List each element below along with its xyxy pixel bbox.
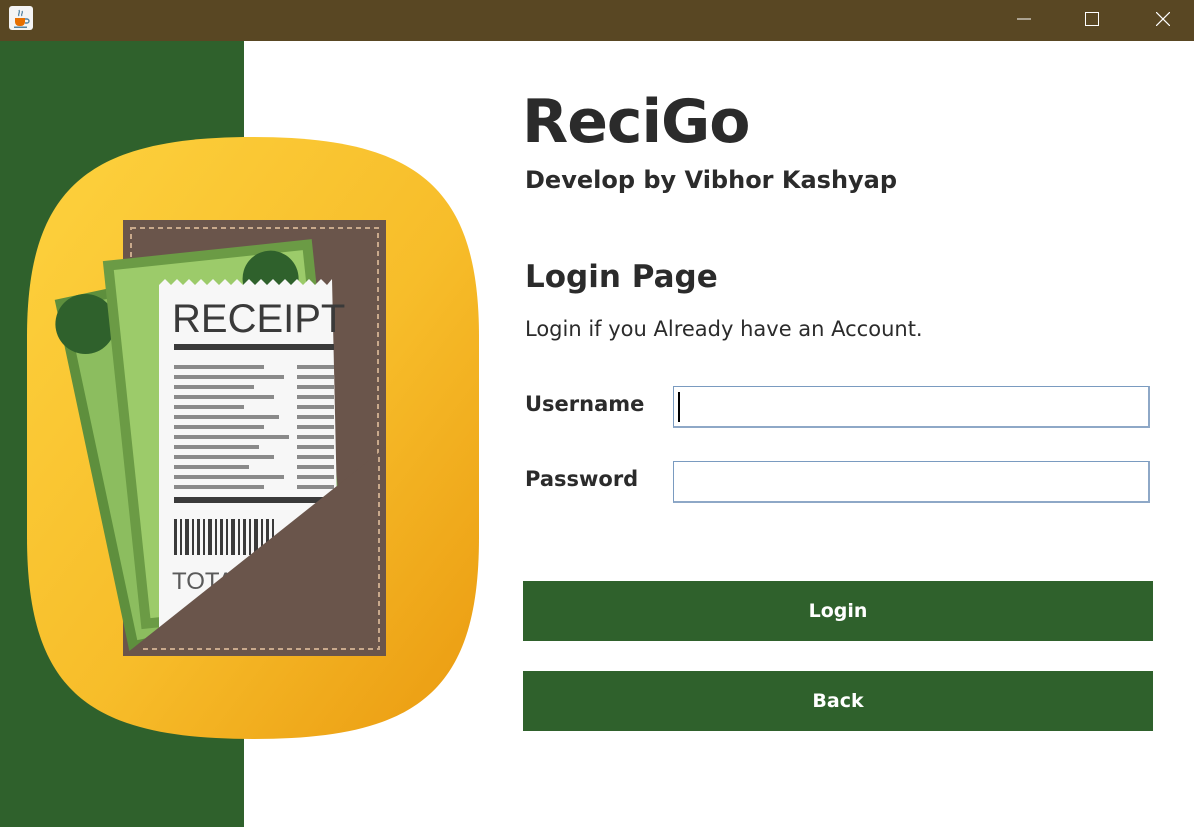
page-description: Login if you Already have an Account. <box>525 317 923 341</box>
username-label: Username <box>525 392 645 416</box>
maximize-icon <box>1085 12 1099 26</box>
close-icon <box>1156 12 1170 26</box>
text-caret <box>678 392 680 422</box>
logo-receipt-text: RECEIPT <box>172 297 345 341</box>
maximize-button[interactable] <box>1069 0 1115 38</box>
title-bar[interactable] <box>0 0 1194 41</box>
developer-credit: Develop by Vibhor Kashyap <box>525 166 898 194</box>
minimize-button[interactable] <box>1001 0 1047 38</box>
password-input[interactable] <box>673 461 1150 503</box>
close-button[interactable] <box>1140 0 1186 38</box>
minimize-icon <box>1017 18 1031 20</box>
app-title: ReciGo <box>522 87 750 157</box>
back-button[interactable]: Back <box>523 671 1153 731</box>
password-label: Password <box>525 467 639 491</box>
receipt-wallet-icon: RECEIPT TOTA <box>27 137 479 739</box>
java-cup-icon <box>9 6 33 30</box>
username-input[interactable] <box>673 386 1150 428</box>
login-window: RECEIPT TOTA ReciGo Develop by Vibhor Ka… <box>0 0 1194 827</box>
login-button[interactable]: Login <box>523 581 1153 641</box>
page-title: Login Page <box>525 259 718 295</box>
